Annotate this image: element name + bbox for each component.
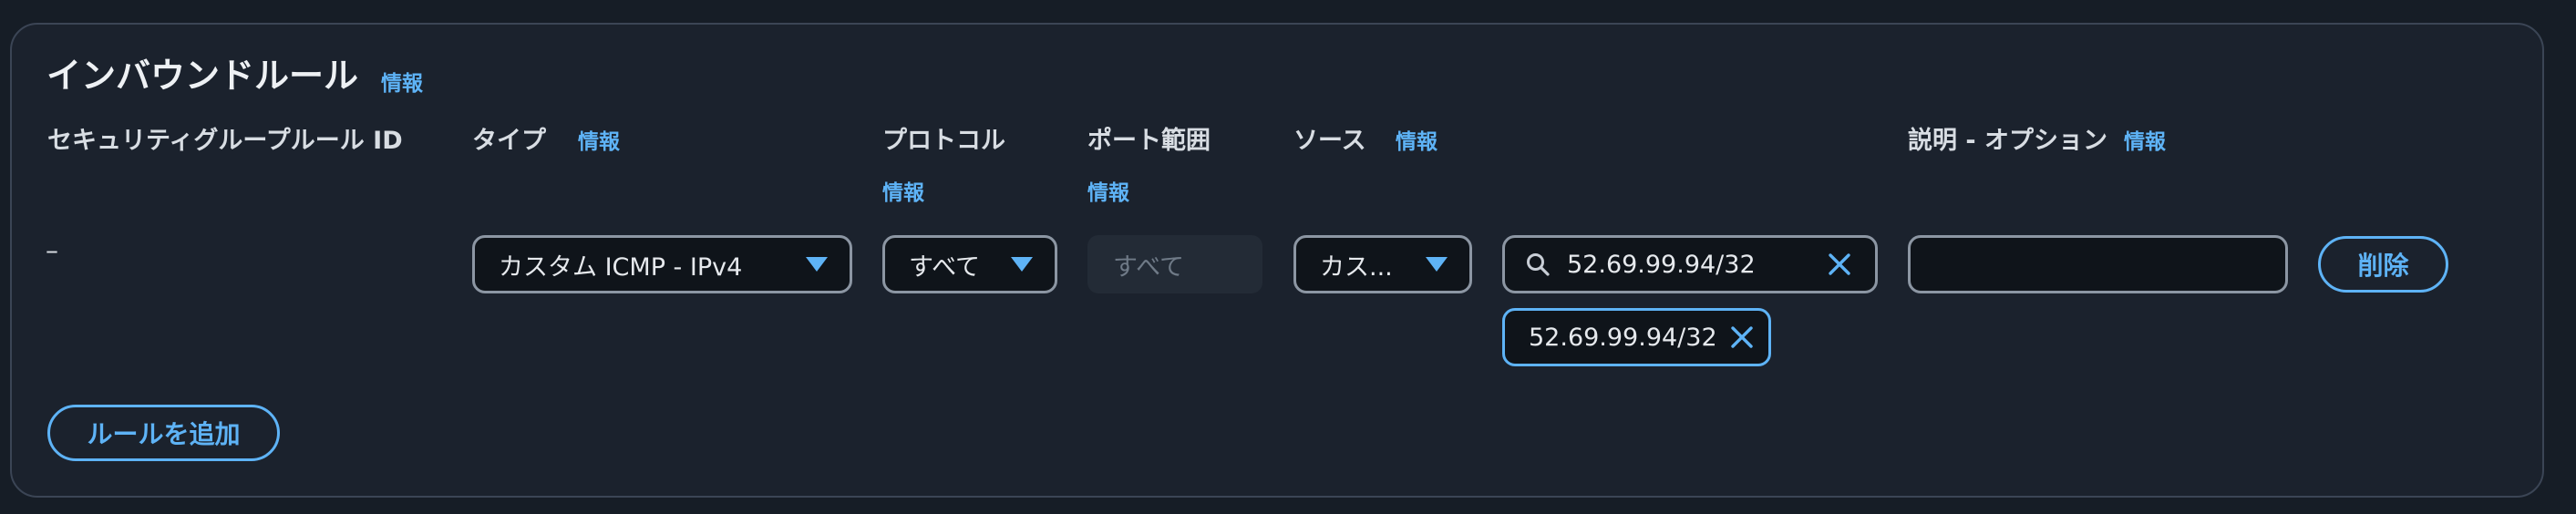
protocol-select-value: すべて [909,252,981,282]
close-icon[interactable] [1826,251,1853,278]
port-range-input: すべて [1087,235,1262,293]
type-select-value: カスタム ICMP - IPv4 [499,252,743,282]
header-port-range: ポート範囲 [1087,127,1211,155]
section-info-link[interactable]: 情報 [381,66,423,97]
header-rule-id: セキュリティグループルール ID [47,127,403,155]
type-select[interactable]: カスタム ICMP - IPv4 [472,235,852,293]
protocol-select[interactable]: すべて [882,235,1057,293]
delete-button[interactable]: 削除 [2318,236,2448,293]
header-description: 説明 - オプション [1908,127,2108,155]
header-type: タイプ [472,127,546,155]
description-input[interactable] [1908,235,2288,293]
description-info-link[interactable]: 情報 [2124,124,2166,155]
source-type-select[interactable]: カス... [1293,235,1472,293]
type-info-link[interactable]: 情報 [578,124,620,155]
caret-down-icon [1426,257,1448,272]
source-search-input[interactable]: 52.69.99.94/32 [1502,235,1878,293]
source-token: 52.69.99.94/32 [1502,308,1771,366]
source-token-label: 52.69.99.94/32 [1529,323,1717,352]
rule-id-value: – [46,235,58,265]
caret-down-icon [1011,257,1033,272]
source-info-link[interactable]: 情報 [1396,124,1437,155]
protocol-info-link[interactable]: 情報 [882,175,924,206]
source-type-value: カス... [1320,252,1393,282]
search-icon [1525,252,1551,277]
section-title: インバウンドルール [46,56,359,96]
source-search-value: 52.69.99.94/32 [1567,250,1756,279]
caret-down-icon [806,257,828,272]
port-range-info-link[interactable]: 情報 [1087,175,1129,206]
header-protocol: プロトコル [882,127,1005,155]
port-range-placeholder: すべて [1113,252,1185,282]
close-icon[interactable] [1728,324,1756,351]
add-rule-button[interactable]: ルールを追加 [47,405,280,461]
header-source: ソース [1293,127,1366,155]
